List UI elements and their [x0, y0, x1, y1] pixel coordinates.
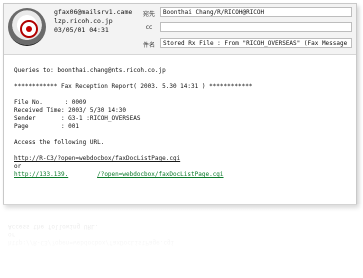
file-no-line: File No. : 0009: [14, 99, 87, 106]
sender-datetime: 03/05/01 04:31: [54, 26, 109, 34]
subject-label: 件名: [142, 42, 155, 49]
sender-line: Sender : G3-1 :RICOH_OVERSEAS: [14, 115, 141, 122]
sender-avatar-icon: [8, 8, 46, 46]
or-line: or: [14, 163, 22, 170]
received-time-line: Received Time: 2003/ 5/30 14:30: [14, 107, 126, 114]
subject-field[interactable]: Stored Rx File : From "RICOH_OVERSEAS" (…: [160, 38, 352, 48]
access-line: Access the following URL.: [14, 139, 105, 146]
url-link-secondary[interactable]: http://133.139. /?open=webdocbox/faxDocL…: [14, 171, 349, 179]
reflection-fade: [0, 204, 363, 278]
sender-domain: lzp.ricoh.co.jp: [54, 17, 113, 25]
mail-message-window: gfax06@mailsrv1.came lzp.ricoh.co.jp 03/…: [3, 3, 357, 205]
sender-email[interactable]: gfax06@mailsrv1.came: [54, 8, 138, 17]
url-link-secondary-path[interactable]: /?open=webdocbox/faxDocListPage.cgi: [97, 171, 223, 178]
page-line: Page : 001: [14, 123, 80, 130]
to-field[interactable]: Boonthai Chang/R/RICOH@RICOH: [160, 7, 352, 17]
queries-line: Queries to: boonthai.chang@nts.ricoh.co.…: [14, 67, 166, 74]
to-label: 宛先: [142, 11, 155, 18]
url-link-primary[interactable]: http://R-C3/?open=webdocbox/faxDocListPa…: [14, 155, 349, 163]
report-title: ************ Fax Reception Report( 2003.…: [14, 83, 253, 90]
cc-label: cc: [145, 24, 153, 31]
message-body: Queries to: boonthai.chang@nts.ricoh.co.…: [14, 67, 349, 179]
message-header: gfax06@mailsrv1.came lzp.ricoh.co.jp 03/…: [4, 4, 356, 55]
url-link-secondary-host[interactable]: http://133.139.: [14, 171, 68, 178]
cc-field[interactable]: [160, 22, 352, 32]
sender-info: gfax06@mailsrv1.came lzp.ricoh.co.jp 03/…: [54, 8, 138, 35]
avatar-dot-icon: [26, 26, 32, 32]
